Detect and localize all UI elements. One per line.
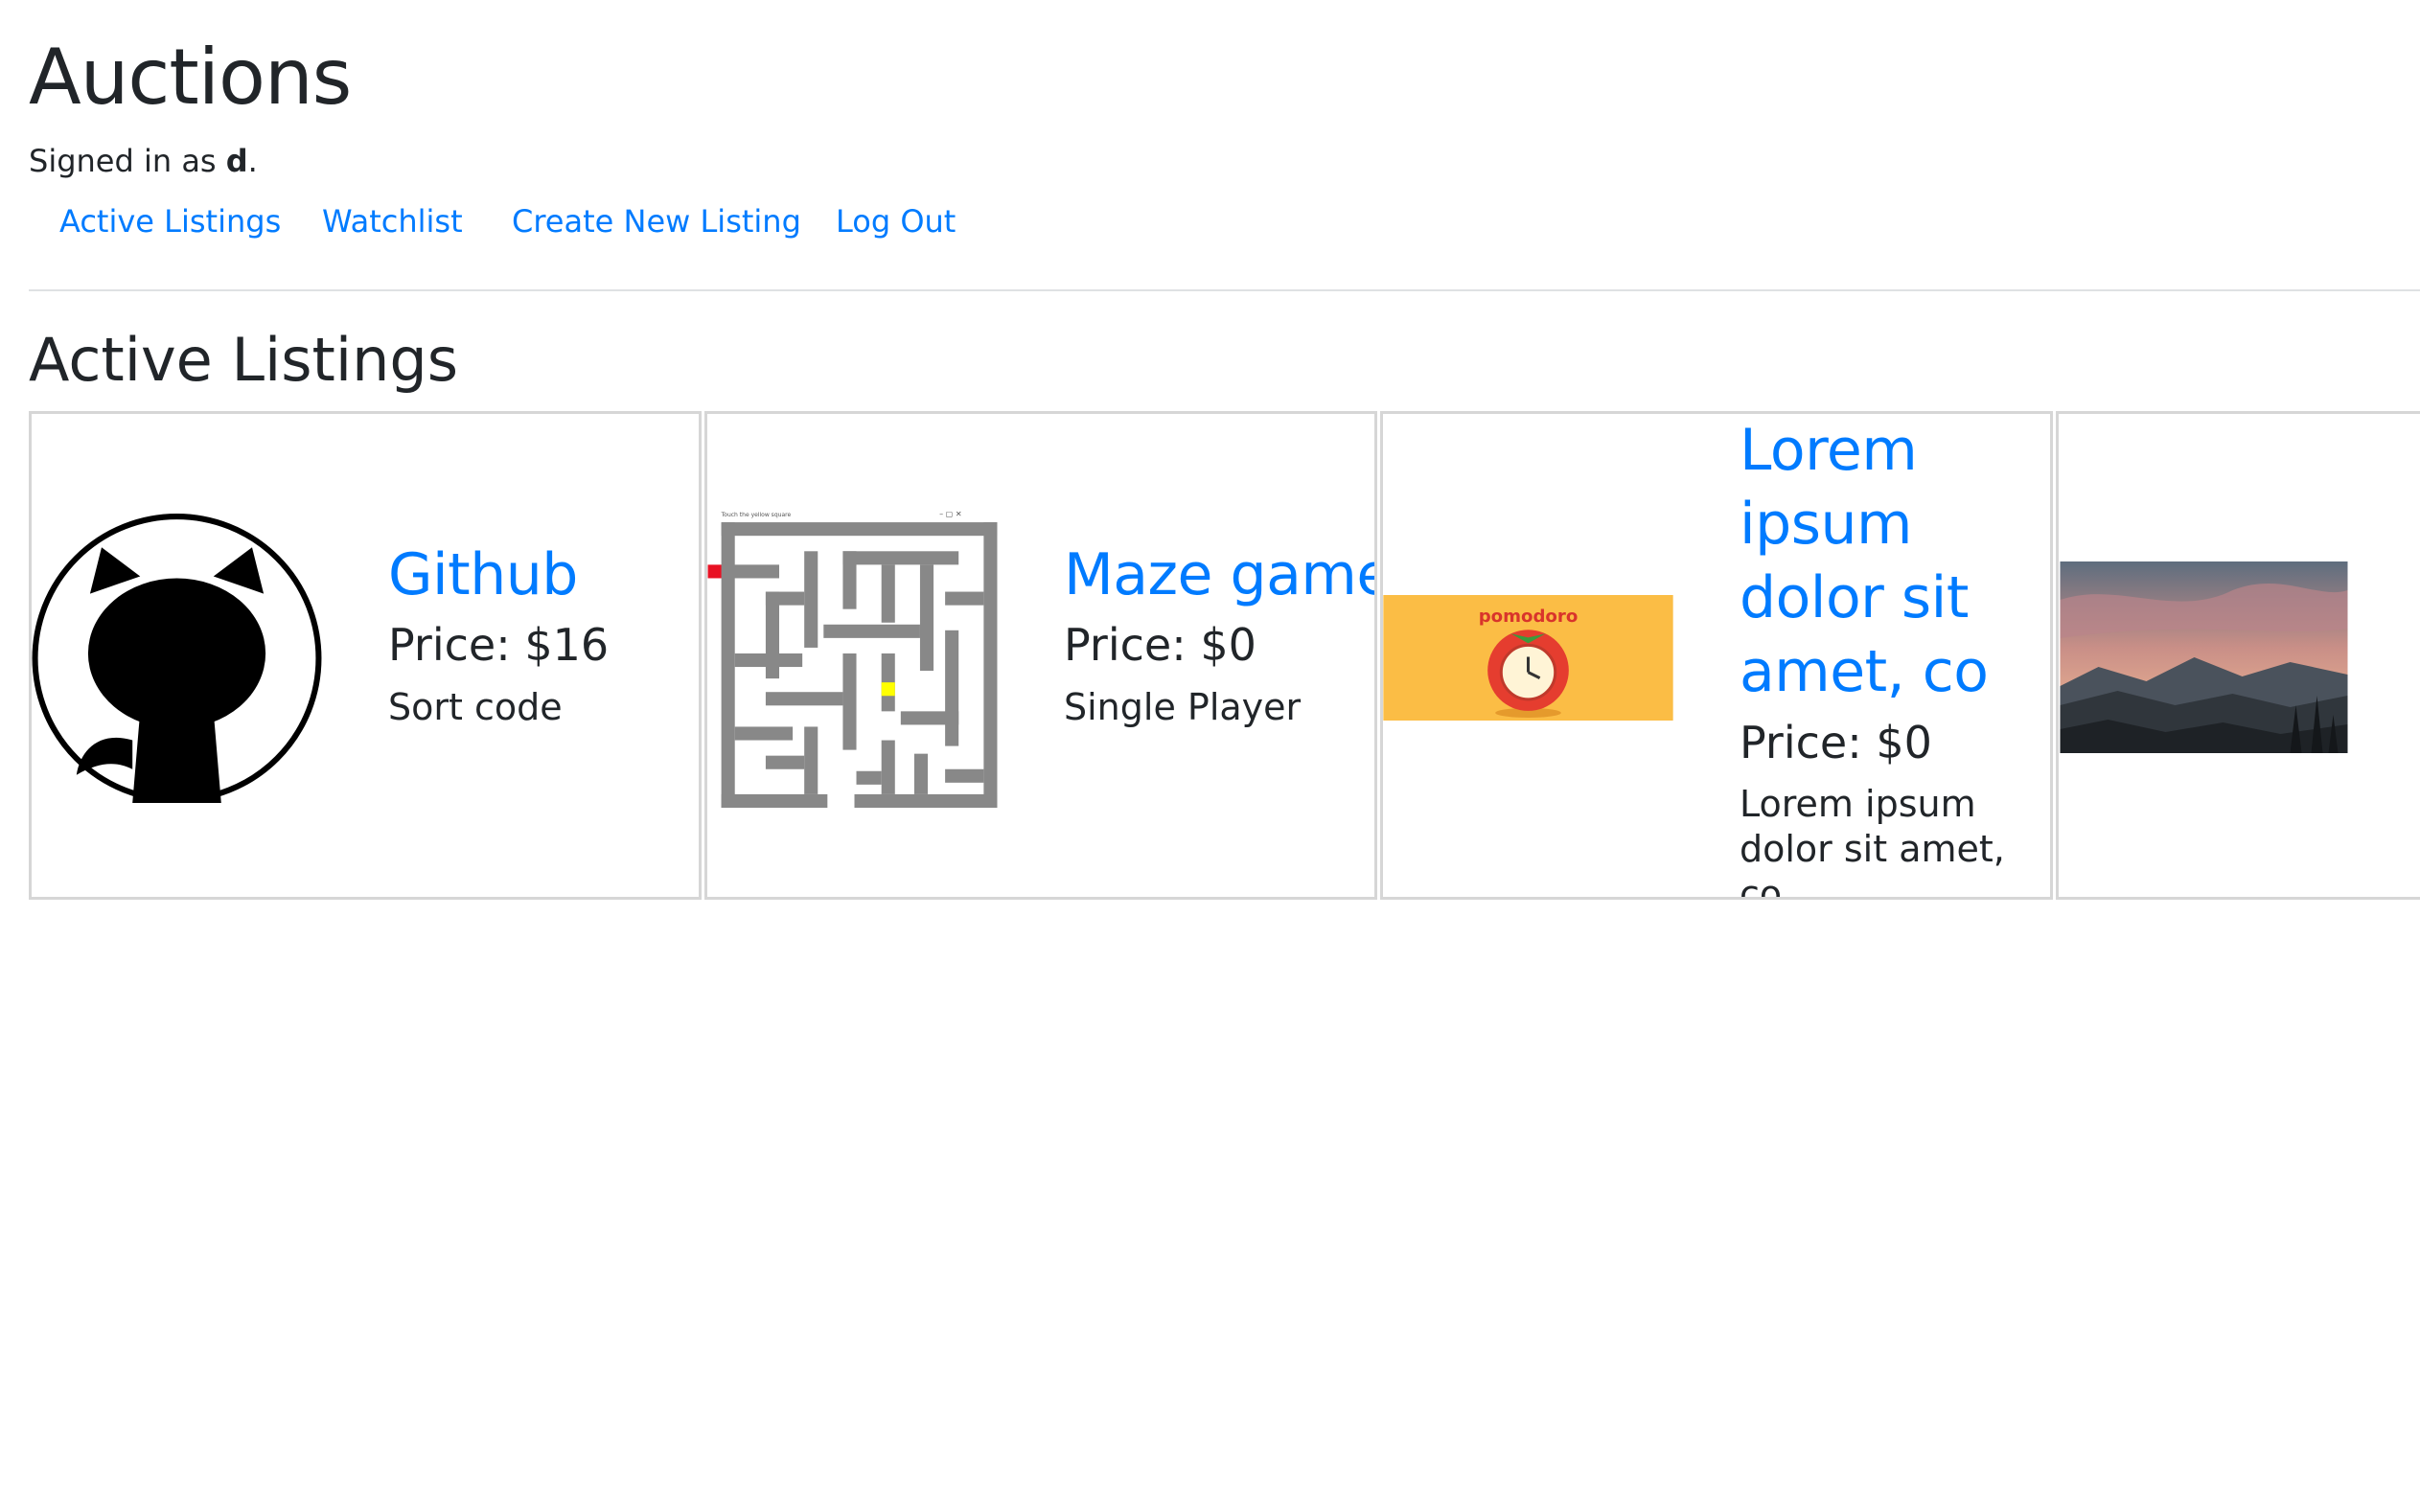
page-title: Auctions <box>29 33 352 122</box>
mountain-sunset-image[interactable] <box>2059 561 2349 753</box>
listing-description: Sort code <box>388 686 563 728</box>
listing-card[interactable] <box>2056 411 2420 900</box>
listings-grid: Github Price: $16 Sort code Touch the ye… <box>29 411 2420 902</box>
listing-info: Lorem ipsum dolor sit amet, co Price: $0… <box>1740 414 2046 900</box>
signed-in-prefix: Signed in as <box>29 143 226 179</box>
listing-description: Single Player <box>1064 686 1302 728</box>
section-title: Active Listings <box>29 325 459 395</box>
listing-card[interactable]: Github Price: $16 Sort code <box>29 411 702 900</box>
listing-price: Price: $0 <box>1064 619 1256 671</box>
svg-text:– ▢ ✕: – ▢ ✕ <box>939 510 962 518</box>
nav-active-listings[interactable]: Active Listings <box>59 197 281 245</box>
maze-window-title: Touch the yellow square <box>721 512 792 518</box>
listing-price: Price: $16 <box>388 619 610 671</box>
maze-screenshot-image[interactable]: Touch the yellow square – ▢ ✕ <box>707 509 998 808</box>
listing-title[interactable]: Maze game <box>1064 538 1374 611</box>
github-logo-image[interactable] <box>32 509 322 808</box>
listing-title[interactable]: Github <box>388 538 609 611</box>
pomodoro-text: pomodoro <box>1479 607 1579 627</box>
nav-logout[interactable]: Log Out <box>836 197 956 245</box>
listing-description: Lorem ipsum dolor sit amet, co <box>1740 783 2005 900</box>
listing-info: Maze game Price: $0 Single Player <box>1064 538 1374 730</box>
username: d <box>225 143 248 179</box>
listing-card[interactable]: pomodoro Lorem ipsum dolor sit amet, co … <box>1380 411 2053 900</box>
nav-create-listing[interactable]: Create New Listing <box>512 197 801 245</box>
header-divider <box>29 289 2420 291</box>
nav-watchlist[interactable]: Watchlist <box>322 197 463 245</box>
signed-in-suffix: . <box>247 143 258 179</box>
listing-title[interactable]: Lorem ipsum dolor sit amet, co <box>1740 414 2046 709</box>
listing-price: Price: $0 <box>1740 717 1932 768</box>
listing-card[interactable]: Touch the yellow square – ▢ ✕ Maze game … <box>704 411 1377 900</box>
listing-info: Github Price: $16 Sort code <box>388 538 609 730</box>
signed-in-status: Signed in as d. <box>29 142 258 180</box>
pomodoro-banner-image[interactable]: pomodoro <box>1383 595 1673 721</box>
